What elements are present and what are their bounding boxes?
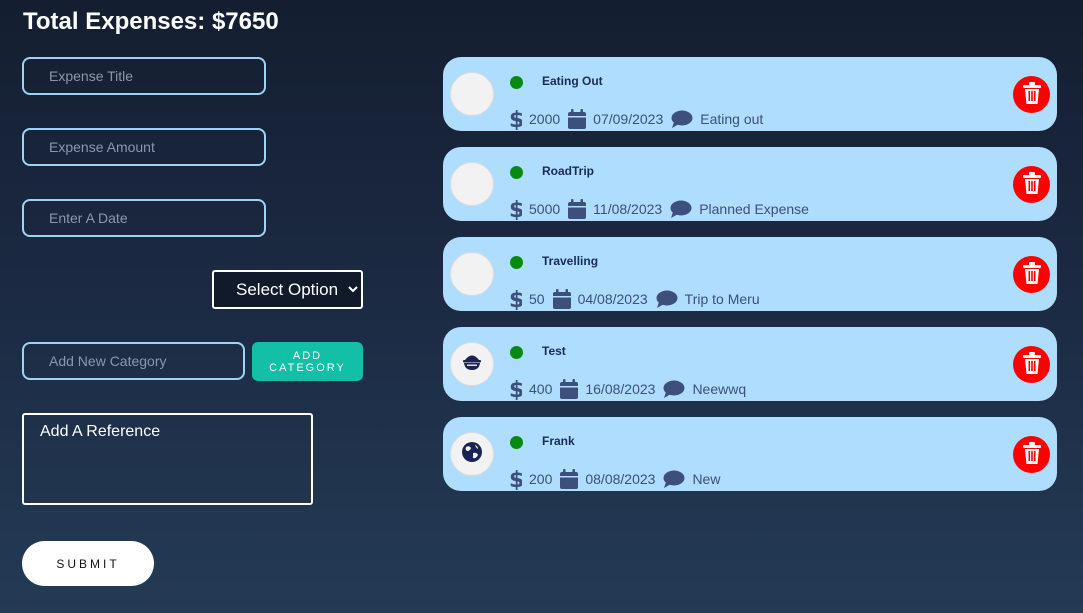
expense-amount: 2000 (529, 111, 561, 127)
calendar-icon (560, 379, 579, 399)
delete-button[interactable] (1013, 256, 1050, 293)
status-dot (510, 346, 523, 359)
expense-title: Travelling (542, 254, 599, 268)
expense-date: 04/08/2023 (577, 291, 648, 307)
category-avatar (450, 162, 494, 206)
category-avatar (450, 342, 494, 386)
svg-text:$: $ (509, 198, 522, 220)
expense-title: RoadTrip (542, 164, 595, 178)
expense-meta: $ 400 16/08/2023 Neewwq (509, 377, 754, 401)
status-dot (510, 256, 523, 269)
expense-date-input[interactable] (22, 199, 266, 237)
expense-card-1: Eating Out $ 2000 07/09/2023 Eating out (443, 57, 1057, 131)
trash-icon (1022, 172, 1041, 197)
trash-icon (1022, 262, 1041, 287)
dollar-icon: $ (509, 198, 522, 220)
trash-icon (1022, 442, 1041, 467)
expense-date: 16/08/2023 (585, 381, 656, 397)
expense-note: New (692, 471, 721, 487)
expense-note: Neewwq (692, 381, 747, 397)
comment-icon (663, 380, 685, 398)
expense-amount: 5000 (529, 201, 561, 217)
bowl-icon (461, 352, 483, 377)
status-dot (510, 166, 523, 179)
category-avatar (450, 72, 494, 116)
expense-date: 08/08/2023 (585, 471, 656, 487)
category-avatar (450, 432, 494, 476)
dollar-icon: $ (509, 378, 522, 400)
expense-note: Eating out (700, 111, 764, 127)
svg-text:$: $ (509, 468, 522, 490)
expense-meta: $ 5000 11/08/2023 Planned Expense (509, 197, 817, 221)
delete-button[interactable] (1013, 76, 1050, 113)
trash-icon (1022, 352, 1041, 377)
expense-title: Eating Out (542, 74, 603, 88)
delete-button[interactable] (1013, 346, 1050, 383)
calendar-icon (560, 469, 579, 489)
expense-amount: 50 (529, 291, 545, 307)
reference-textarea[interactable] (22, 413, 313, 505)
expense-card-5: Frank $ 200 08/08/2023 New (443, 417, 1057, 491)
category-select[interactable]: Select Option (212, 270, 363, 309)
expense-title: Frank (542, 434, 575, 448)
expense-date: 07/09/2023 (593, 111, 664, 127)
expense-amount: 200 (529, 471, 553, 487)
expense-title-input[interactable] (22, 57, 266, 95)
calendar-icon (552, 289, 571, 309)
delete-button[interactable] (1013, 436, 1050, 473)
expense-date: 11/08/2023 (593, 201, 663, 217)
svg-text:$: $ (509, 288, 522, 310)
dollar-icon: $ (509, 468, 522, 490)
calendar-icon (568, 199, 587, 219)
expense-meta: $ 50 04/08/2023 Trip to Meru (509, 287, 768, 311)
dollar-icon: $ (509, 288, 522, 310)
submit-button[interactable]: SUBMIT (22, 541, 154, 586)
delete-button[interactable] (1013, 166, 1050, 203)
expense-card-2: RoadTrip $ 5000 11/08/2023 Planned Expen… (443, 147, 1057, 221)
comment-icon (670, 200, 692, 218)
expense-amount-input[interactable] (22, 128, 266, 166)
comment-icon (656, 290, 678, 308)
comment-icon (671, 110, 693, 128)
expense-card-3: Travelling $ 50 04/08/2023 Trip to Meru (443, 237, 1057, 311)
expense-card-4: Test $ 400 16/08/2023 Neewwq (443, 327, 1057, 401)
expense-title: Test (542, 344, 566, 358)
expense-note: Planned Expense (699, 201, 809, 217)
add-category-button[interactable]: ADD CATEGORY (252, 342, 363, 381)
svg-text:$: $ (509, 108, 522, 130)
status-dot (510, 76, 523, 89)
trash-icon (1022, 82, 1041, 107)
svg-text:$: $ (509, 378, 522, 400)
comment-icon (663, 470, 685, 488)
expense-meta: $ 200 08/08/2023 New (509, 467, 728, 491)
calendar-icon (568, 109, 587, 129)
expense-note: Trip to Meru (684, 291, 760, 307)
total-expenses-title: Total Expenses: $7650 (23, 8, 279, 35)
expense-meta: $ 2000 07/09/2023 Eating out (509, 107, 771, 131)
dollar-icon: $ (509, 108, 522, 130)
new-category-input[interactable] (22, 342, 245, 380)
globe-icon (461, 441, 483, 468)
category-avatar (450, 252, 494, 296)
expense-amount: 400 (529, 381, 553, 397)
status-dot (510, 436, 523, 449)
